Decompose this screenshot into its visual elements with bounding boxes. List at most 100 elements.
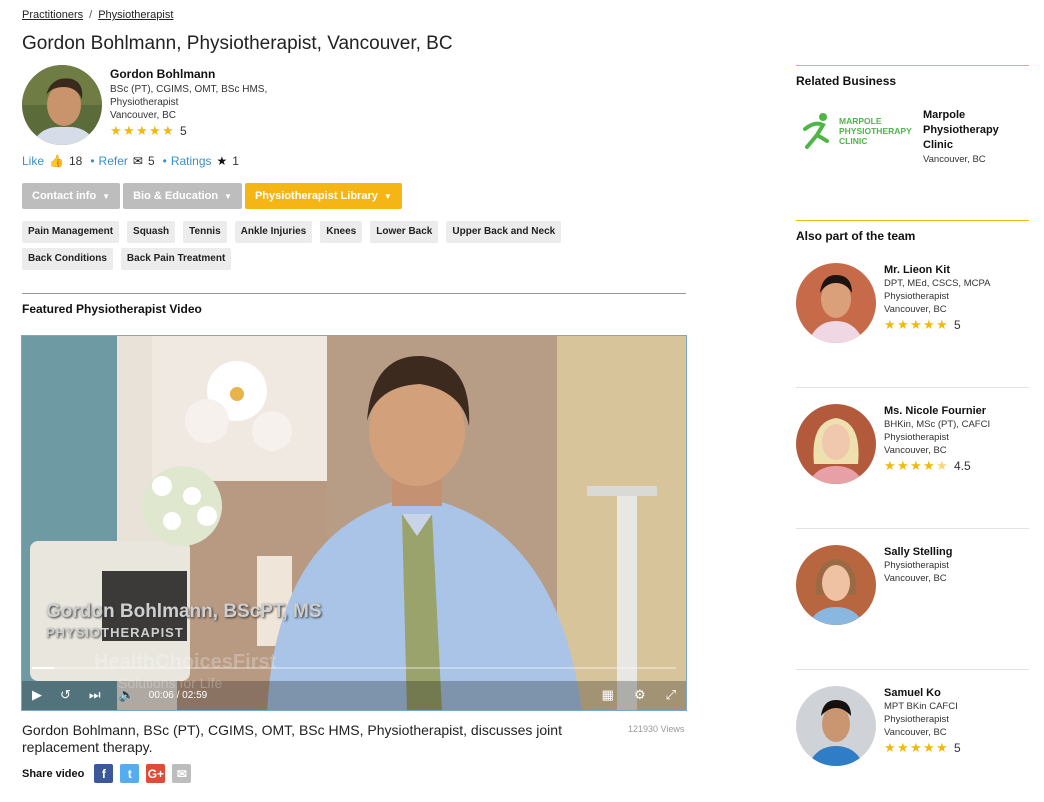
rating-value: 4.5 (954, 459, 971, 473)
breadcrumb-practitioners[interactable]: Practitioners (22, 9, 83, 21)
business-name[interactable]: Marpole Physiotherapy Clinic (923, 108, 1023, 153)
profile-name[interactable]: Gordon Bohlmann (110, 67, 267, 81)
star-icon: ★ (936, 317, 948, 332)
star-icon: ★ (123, 123, 135, 138)
star-rating: ★ ★ ★ ★ ★ (884, 458, 948, 473)
member-role: Physiotherapist (884, 560, 949, 571)
contact-info-label: Contact info (32, 190, 97, 202)
separator-dot: • (162, 154, 167, 168)
tag-lower-back[interactable]: Lower Back (370, 221, 439, 243)
video-player[interactable]: Gordon Bohlmann, BScPT, MS PHYSIOTHERAPI… (21, 335, 687, 711)
logo-line-3: CLINIC (839, 136, 868, 146)
tag-back-pain-treatment[interactable]: Back Pain Treatment (120, 248, 232, 270)
star-icon: ★ (136, 123, 148, 138)
business-logo-text: MARPOLE PHYSIOTHERAPY CLINIC (839, 116, 912, 146)
member-name[interactable]: Sally Stelling (884, 546, 952, 558)
profile-rating: ★ ★ ★ ★ ★ 5 (110, 124, 267, 138)
member-separator (796, 528, 1029, 529)
related-divider (796, 65, 1029, 66)
star-icon: ★ (923, 740, 935, 755)
rating-value: 5 (180, 124, 187, 138)
profile-avatar (22, 65, 102, 145)
star-rating: ★ ★ ★ ★ ★ (884, 740, 948, 755)
video-overlay-role: PHYSIOTHERAPIST (46, 625, 184, 640)
refer-link[interactable]: Refer (99, 154, 128, 168)
tag-back-conditions[interactable]: Back Conditions (22, 248, 113, 270)
member-location: Vancouver, BC (884, 727, 947, 738)
gear-icon[interactable]: ⚙ (634, 687, 646, 703)
profile-location: Vancouver, BC (110, 110, 176, 121)
caret-down-icon: ▼ (102, 191, 111, 201)
grid-icon[interactable]: ▦ (602, 687, 614, 703)
volume-icon[interactable]: 🔈 (119, 687, 135, 703)
bio-education-button[interactable]: Bio & Education ▼ (123, 183, 242, 209)
team-member-card[interactable]: Samuel Ko MPT BKin CAFCI Physiotherapist… (796, 686, 961, 766)
video-time: 00:06 / 02:59 (148, 689, 208, 701)
facebook-share-button[interactable]: f (94, 764, 114, 783)
member-role: Physiotherapist (884, 432, 949, 443)
caret-down-icon: ▼ (224, 191, 232, 201)
member-separator (796, 669, 1029, 670)
member-separator (796, 387, 1029, 388)
member-credentials: DPT, MEd, CSCS, MCPA (884, 278, 991, 289)
video-overlay-name: Gordon Bohlmann, BScPT, MS (46, 601, 322, 622)
twitter-share-button[interactable]: t (120, 764, 140, 783)
share-buttons: f t G+ ✉ (94, 764, 192, 783)
tag-squash[interactable]: Squash (127, 221, 176, 243)
tag-knees[interactable]: Knees (320, 221, 363, 243)
separator-dot: • (90, 154, 95, 168)
member-avatar (796, 263, 876, 343)
play-icon[interactable]: ▶ (32, 687, 42, 703)
star-rating: ★ ★ ★ ★ ★ (110, 123, 174, 138)
team-member-card[interactable]: Sally Stelling Physiotherapist Vancouver… (796, 545, 952, 625)
video-views: 121930 Views (628, 724, 685, 734)
member-location: Vancouver, BC (884, 304, 947, 315)
refer-count: 5 (147, 154, 155, 168)
tag-tennis[interactable]: Tennis (183, 221, 227, 243)
member-rating: ★ ★ ★ ★ ★ 4.5 (884, 459, 990, 473)
business-location: Vancouver, BC (923, 154, 986, 165)
video-watermark: HealthChoicesFirst (94, 651, 277, 673)
like-link[interactable]: Like (22, 154, 44, 168)
member-credentials: MPT BKin CAFCI (884, 701, 958, 712)
email-share-button[interactable]: ✉ (172, 764, 192, 783)
member-rating: ★ ★ ★ ★ ★ 5 (884, 318, 990, 332)
star-icon: ★ (897, 740, 909, 755)
replay-10-icon[interactable]: ↺ (60, 687, 71, 703)
team-member-card[interactable]: Mr. Lieon Kit DPT, MEd, CSCS, MCPA Physi… (796, 263, 990, 343)
member-name[interactable]: Mr. Lieon Kit (884, 264, 990, 276)
business-logo: MARPOLE PHYSIOTHERAPY CLINIC (797, 108, 915, 154)
profile-menu: Contact info ▼ Bio & Education ▼ Physiothe… (22, 183, 402, 209)
time-total: 02:59 (182, 689, 208, 701)
logo-line-1: MARPOLE (839, 116, 882, 126)
member-name[interactable]: Samuel Ko (884, 687, 961, 699)
runner-logo-icon (803, 113, 829, 149)
related-business-card[interactable]: MARPOLE PHYSIOTHERAPY CLINIC Marpole Phy… (797, 108, 1023, 166)
star-icon: ★ (884, 458, 896, 473)
star-icon: ★ (923, 317, 935, 332)
team-member-card[interactable]: Ms. Nicole Fournier BHKin, MSc (PT), CAF… (796, 404, 990, 484)
member-role: Physiotherapist (884, 714, 949, 725)
next-icon[interactable]: ⏭ (89, 687, 101, 703)
breadcrumb-physiotherapist[interactable]: Physiotherapist (98, 9, 173, 21)
video-progress-bar[interactable] (32, 667, 676, 669)
share-bar: Share video f t G+ ✉ (22, 764, 192, 783)
star-icon: ★ (910, 317, 922, 332)
googleplus-share-button[interactable]: G+ (146, 764, 166, 783)
contact-info-button[interactable]: Contact info ▼ (22, 183, 121, 209)
team-heading: Also part of the team (796, 229, 916, 243)
star-icon: ★ (897, 458, 909, 473)
share-label: Share video (22, 767, 85, 780)
tag-upper-back-neck[interactable]: Upper Back and Neck (446, 221, 562, 243)
fullscreen-icon[interactable]: ⤢ (666, 687, 676, 703)
member-name[interactable]: Ms. Nicole Fournier (884, 405, 990, 417)
physiotherapist-library-button[interactable]: Physiotherapist Library ▼ (244, 183, 402, 209)
tag-pain-management[interactable]: Pain Management (22, 221, 120, 243)
star-icon: ★ (910, 458, 922, 473)
ratings-link[interactable]: Ratings (171, 154, 212, 168)
star-icon: ★ (897, 317, 909, 332)
star-icon: ★ (110, 123, 122, 138)
tag-ankle-injuries[interactable]: Ankle Injuries (234, 221, 313, 243)
rating-value: 5 (954, 741, 961, 755)
ratings-count: 1 (232, 154, 239, 168)
